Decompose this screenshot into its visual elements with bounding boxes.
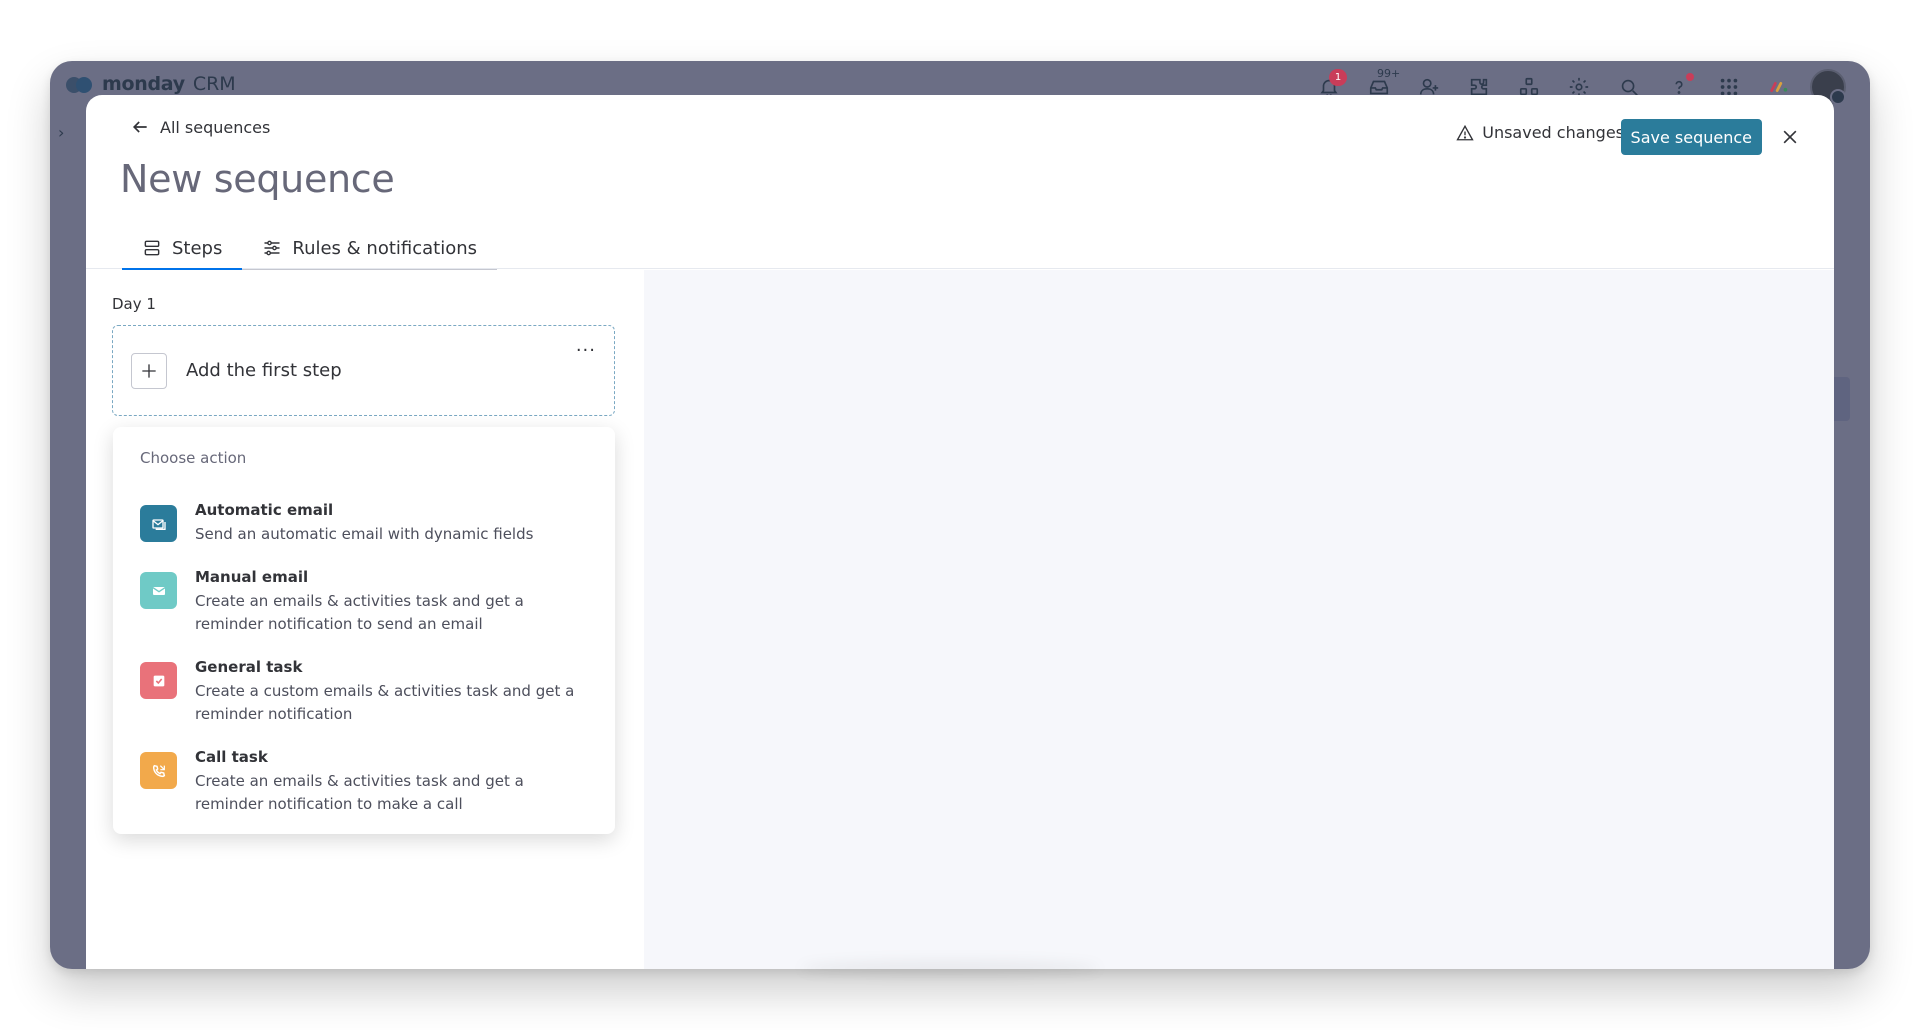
tab-steps[interactable]: Steps — [122, 227, 243, 270]
choose-action-menu: Choose action Automatic email Send an au… — [113, 427, 615, 834]
monday-logo-icon — [66, 73, 96, 95]
sequence-modal: All sequences New sequence Steps Rules &… — [86, 95, 1834, 969]
notifications-badge: 1 — [1329, 69, 1347, 86]
floor-shadow — [800, 960, 1100, 976]
inbox-badge: 99+ — [1377, 67, 1401, 80]
brand-name: monday — [102, 73, 185, 95]
tab-rules-label: Rules & notifications — [292, 237, 478, 259]
back-to-sequences-link[interactable]: All sequences — [130, 117, 270, 137]
brand-suffix: CRM — [192, 73, 236, 95]
warning-icon — [1456, 124, 1474, 140]
save-sequence-button[interactable]: Save sequence — [1620, 119, 1762, 155]
modal-header: All sequences New sequence Steps Rules &… — [86, 95, 1834, 270]
menu-item-desc: Send an automatic email with dynamic fie… — [195, 525, 534, 543]
steps-panel: Day 1 Add the first step ··· Choose acti… — [86, 270, 644, 969]
help-dot — [1686, 73, 1694, 81]
phone-icon — [140, 752, 177, 789]
menu-item-desc: Create an emails & activities task and g… — [195, 592, 524, 633]
brand[interactable]: monday CRM — [66, 73, 236, 95]
add-step-button[interactable] — [131, 353, 167, 389]
menu-heading: Choose action — [140, 449, 247, 467]
menu-item-title: Automatic email — [195, 501, 334, 519]
add-step-label: Add the first step — [186, 360, 342, 381]
menu-item-manual-email[interactable]: Manual email Create an emails & activiti… — [113, 568, 615, 638]
sliders-icon — [264, 240, 280, 256]
menu-item-desc: Create a custom emails & activities task… — [195, 682, 575, 723]
sidebar-expand-icon[interactable]: › — [58, 123, 64, 142]
menu-item-title: Manual email — [195, 568, 309, 586]
menu-item-automatic-email[interactable]: Automatic email Send an automatic email … — [113, 501, 615, 551]
automatic-email-icon — [140, 505, 177, 542]
plus-icon — [142, 364, 156, 378]
close-button[interactable] — [1776, 123, 1804, 151]
menu-item-call-task[interactable]: Call task Create an emails & activities … — [113, 748, 615, 818]
menu-item-general-task[interactable]: General task Create a custom emails & ac… — [113, 658, 615, 728]
tab-steps-label: Steps — [172, 237, 223, 259]
back-label: All sequences — [160, 117, 271, 137]
menu-item-desc: Create an emails & activities task and g… — [195, 772, 524, 813]
tab-rules-notifications[interactable]: Rules & notifications — [242, 227, 497, 270]
page-title[interactable]: New sequence — [120, 157, 395, 201]
unsaved-indicator: Unsaved changes — [1456, 123, 1624, 142]
manual-email-icon — [140, 572, 177, 609]
unsaved-label: Unsaved changes — [1482, 123, 1624, 142]
add-first-step-card[interactable]: Add the first step ··· — [112, 325, 615, 416]
step-editor-panel — [644, 270, 1834, 969]
steps-icon — [144, 240, 160, 256]
day-label: Day 1 — [112, 295, 156, 313]
close-icon — [1783, 130, 1797, 144]
menu-item-title: Call task — [195, 748, 268, 766]
menu-item-title: General task — [195, 658, 303, 676]
task-check-icon — [140, 662, 177, 699]
tabs: Steps Rules & notifications — [122, 227, 497, 270]
more-options-icon[interactable]: ··· — [576, 342, 596, 360]
arrow-left-icon — [132, 121, 147, 133]
